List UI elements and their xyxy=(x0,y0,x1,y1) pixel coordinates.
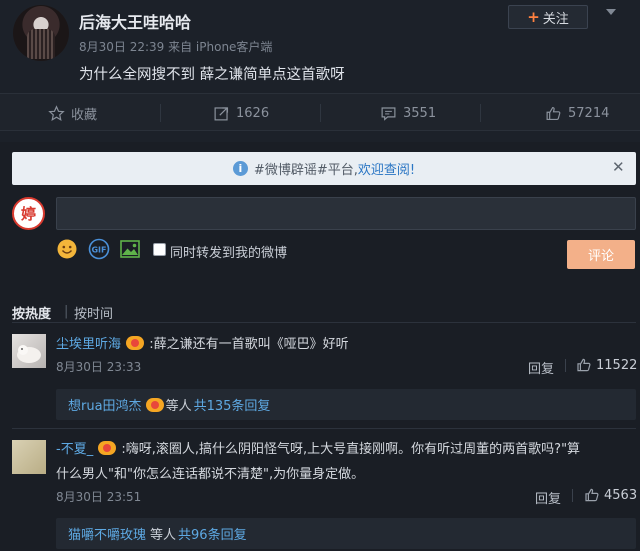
action-bar: 收藏 1626 3551 57214 xyxy=(0,93,640,131)
comment-text: :嗨呀,滚圈人,搞什么阴阳怪气呀,上大号直接刚啊。你有听过周董的两首歌吗?"算 xyxy=(121,442,581,457)
author-name[interactable]: 后海大王哇哈哈 xyxy=(79,9,191,33)
image-icon[interactable] xyxy=(119,238,141,260)
comment-line: -不夏_ :嗨呀,滚圈人,搞什么阴阳怪气呀,上大号直接刚啊。你有听过周董的两首歌… xyxy=(56,438,580,457)
follow-button[interactable]: + 关注 xyxy=(508,5,588,29)
cat-avatar-icon xyxy=(17,345,41,363)
sync-repost-checkbox[interactable] xyxy=(153,243,166,256)
like-count: 57214 xyxy=(568,105,610,121)
notice-tag[interactable]: #微博辟谣#平台, xyxy=(254,159,358,178)
comment-like-count: 11522 xyxy=(596,357,638,373)
sub-replies-box[interactable]: 猫嚼不嚼玫瑰 等人 共96条回复 xyxy=(56,518,636,549)
post-text: 为什么全网搜不到 薛之谦简单点这首歌呀 xyxy=(79,67,345,83)
svg-text:GIF: GIF xyxy=(91,246,106,255)
favorite-label: 收藏 xyxy=(71,107,98,123)
repost-count: 1626 xyxy=(236,105,270,121)
comment-like-button[interactable]: 11522 xyxy=(576,357,637,373)
chevron-down-icon[interactable] xyxy=(606,9,616,15)
sub-reply-user[interactable]: 猫嚼不嚼玫瑰 xyxy=(68,524,146,543)
comment-count: 3551 xyxy=(403,105,437,121)
post-meta: 8月30日 22:39 来自 iPhone客户端 xyxy=(79,40,273,54)
plus-icon: + xyxy=(527,8,540,26)
divider xyxy=(320,104,321,122)
comment-icon xyxy=(381,106,396,121)
notice-link[interactable]: 欢迎查阅! xyxy=(358,159,415,178)
close-icon[interactable]: ✕ xyxy=(612,158,625,176)
follow-label: 关注 xyxy=(542,11,569,27)
tab-sort-time[interactable]: 按时间 xyxy=(74,303,113,322)
divider xyxy=(12,428,636,429)
vip-badge-icon xyxy=(145,397,164,412)
comment-line: 尘埃里听海 :薛之谦还有一首歌叫《哑巴》好听 xyxy=(56,333,349,352)
sub-reply-mid: 等人 xyxy=(165,399,192,414)
comment-text-continued: 什么男人"和"你怎么连话都说不清楚",为你量身定做。 xyxy=(56,467,365,482)
emoji-icon[interactable] xyxy=(56,238,78,260)
reply-button[interactable]: 回复 xyxy=(535,488,561,507)
thumbs-up-icon xyxy=(577,358,591,372)
avatar-char: 婷 xyxy=(20,205,36,223)
divider xyxy=(12,322,636,323)
favorite-button[interactable]: 收藏 xyxy=(48,94,97,132)
comment-input[interactable] xyxy=(56,197,636,230)
divider xyxy=(565,359,566,372)
thumbs-up-icon xyxy=(585,488,599,502)
vip-badge-icon xyxy=(126,336,145,350)
sub-replies-box[interactable]: 想rua田鸿杰 等人 共135条回复 xyxy=(56,389,636,420)
comment-time: 8月30日 23:33 xyxy=(56,360,142,374)
comment-time: 8月30日 23:51 xyxy=(56,490,142,504)
comment-button[interactable]: 3551 xyxy=(380,94,436,132)
sync-repost-label: 同时转发到我的微博 xyxy=(170,246,288,261)
commenter-name[interactable]: 尘埃里听海 xyxy=(56,337,121,352)
current-user-avatar: 婷 xyxy=(12,197,45,230)
like-button[interactable]: 57214 xyxy=(545,94,609,132)
commenter-name[interactable]: -不夏_ xyxy=(56,442,93,457)
reply-button[interactable]: 回复 xyxy=(528,358,554,377)
sub-reply-mid: 等人 xyxy=(150,528,177,543)
comment-text: :薛之谦还有一首歌叫《哑巴》好听 xyxy=(149,337,349,352)
avatar[interactable] xyxy=(12,334,46,368)
divider xyxy=(480,104,481,122)
vip-badge-icon xyxy=(98,441,117,455)
notice-bar: i #微博辟谣#平台, 欢迎查阅! xyxy=(12,152,636,185)
sort-separator: | xyxy=(64,304,69,319)
tab-sort-hot[interactable]: 按热度 xyxy=(12,303,51,322)
comment-like-count: 4563 xyxy=(604,487,638,503)
repost-icon xyxy=(214,106,229,120)
star-icon xyxy=(48,104,65,121)
sub-reply-user[interactable]: 想rua田鸿杰 xyxy=(68,395,142,414)
comment-like-button[interactable]: 4563 xyxy=(584,487,637,503)
sub-reply-count[interactable]: 共135条回复 xyxy=(194,395,271,414)
thumbs-up-icon xyxy=(546,106,561,120)
divider xyxy=(572,489,573,502)
submit-comment-button[interactable]: 评论 xyxy=(567,240,635,269)
repost-button[interactable]: 1626 xyxy=(213,94,269,132)
gif-icon[interactable]: GIF xyxy=(88,238,110,260)
author-avatar[interactable] xyxy=(13,5,69,61)
avatar[interactable] xyxy=(12,440,46,474)
sub-reply-count[interactable]: 共96条回复 xyxy=(178,524,247,543)
info-icon: i xyxy=(232,161,248,176)
divider xyxy=(160,104,161,122)
